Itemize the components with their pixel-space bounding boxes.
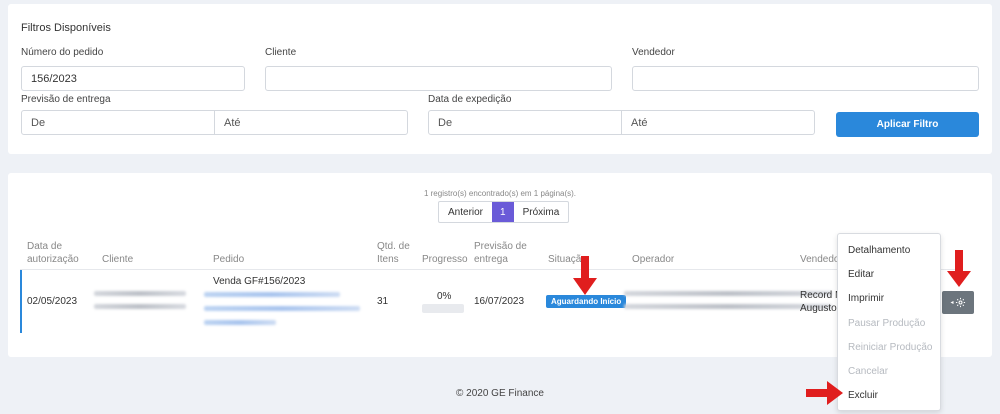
gear-icon	[955, 297, 965, 308]
delivery-forecast-range: De Até	[21, 110, 408, 135]
pager-next-button[interactable]: Próxima	[514, 202, 569, 222]
apply-filter-button[interactable]: Aplicar Filtro	[836, 112, 979, 137]
filters-card: Filtros Disponíveis Número do pedido 156…	[8, 4, 992, 154]
header-qty[interactable]: Qtd. de Itens	[377, 240, 410, 266]
header-auth-date-line1: Data de	[27, 241, 63, 252]
row-qty: 31	[377, 296, 389, 307]
dispatch-date-label: Data de expedição	[428, 94, 512, 105]
filters-title: Filtros Disponíveis	[21, 22, 111, 34]
caret-left-icon: ◂	[950, 300, 954, 306]
header-forecast-line2: entrega	[474, 254, 508, 265]
row-progress-text: 0%	[437, 291, 452, 302]
red-arrow-icon	[947, 250, 971, 287]
row-auth-date: 02/05/2023	[27, 296, 78, 307]
footer-copyright: © 2020 GE Finance	[456, 388, 544, 399]
row-divider	[20, 269, 960, 270]
delivery-forecast-label: Previsão de entrega	[21, 94, 111, 105]
menu-item-restart-production: Reiniciar Produção	[848, 341, 933, 353]
seller-label: Vendedor	[632, 47, 675, 58]
header-qty-line2: Itens	[377, 254, 399, 265]
header-auth-date[interactable]: Data de autorização	[27, 240, 79, 266]
status-badge: Aguardando Início	[546, 295, 627, 308]
order-redacted-3	[204, 320, 276, 325]
row-seller-line2: Augusto	[800, 303, 837, 314]
dispatch-from-input[interactable]: De	[429, 111, 621, 134]
header-operator[interactable]: Operador	[632, 253, 674, 266]
record-count: 1 registro(s) encontrado(s) em 1 página(…	[423, 189, 577, 198]
row-progress-bar	[422, 304, 464, 313]
menu-item-edit[interactable]: Editar	[838, 263, 940, 287]
header-progress[interactable]: Progresso	[422, 253, 468, 266]
red-arrow-icon	[573, 256, 597, 295]
client-input[interactable]	[265, 66, 612, 91]
row-forecast: 16/07/2023	[474, 296, 525, 307]
pager-prev-button[interactable]: Anterior	[439, 202, 492, 222]
header-auth-date-line2: autorização	[27, 254, 79, 265]
delivery-from-input[interactable]: De	[22, 111, 214, 134]
pagination: Anterior 1 Próxima	[438, 201, 570, 223]
header-forecast-line1: Previsão de	[474, 241, 527, 252]
order-redacted	[204, 292, 340, 297]
row-actions-button[interactable]: ◂	[942, 291, 974, 314]
client-label: Cliente	[265, 47, 297, 58]
dispatch-to-input[interactable]: Até	[621, 111, 814, 134]
menu-item-details[interactable]: Detalhamento	[838, 239, 940, 263]
menu-item-print[interactable]: Imprimir	[838, 287, 940, 311]
row-accent-bar	[20, 270, 22, 333]
delivery-to-input[interactable]: Até	[214, 111, 407, 134]
header-qty-line1: Qtd. de	[377, 241, 410, 252]
seller-input[interactable]	[632, 66, 979, 91]
row-actions-menu: Detalhamento Editar Imprimir Pausar Prod…	[837, 233, 941, 411]
menu-item-cancel: Cancelar	[848, 365, 889, 377]
header-order[interactable]: Pedido	[213, 253, 244, 266]
client-redacted	[94, 291, 186, 296]
order-number-input[interactable]: 156/2023	[21, 66, 245, 91]
header-forecast[interactable]: Previsão de entrega	[474, 240, 527, 266]
order-number-label: Número do pedido	[21, 47, 104, 58]
order-redacted-2	[204, 306, 360, 311]
menu-item-pause-production: Pausar Produção	[848, 317, 926, 329]
dispatch-date-range: De Até	[428, 110, 815, 135]
pager-page-1[interactable]: 1	[492, 202, 514, 222]
row-order[interactable]: Venda GF#156/2023	[213, 275, 305, 289]
red-arrow-icon	[806, 381, 843, 405]
client-redacted-2	[94, 304, 186, 309]
header-client[interactable]: Cliente	[102, 253, 133, 266]
